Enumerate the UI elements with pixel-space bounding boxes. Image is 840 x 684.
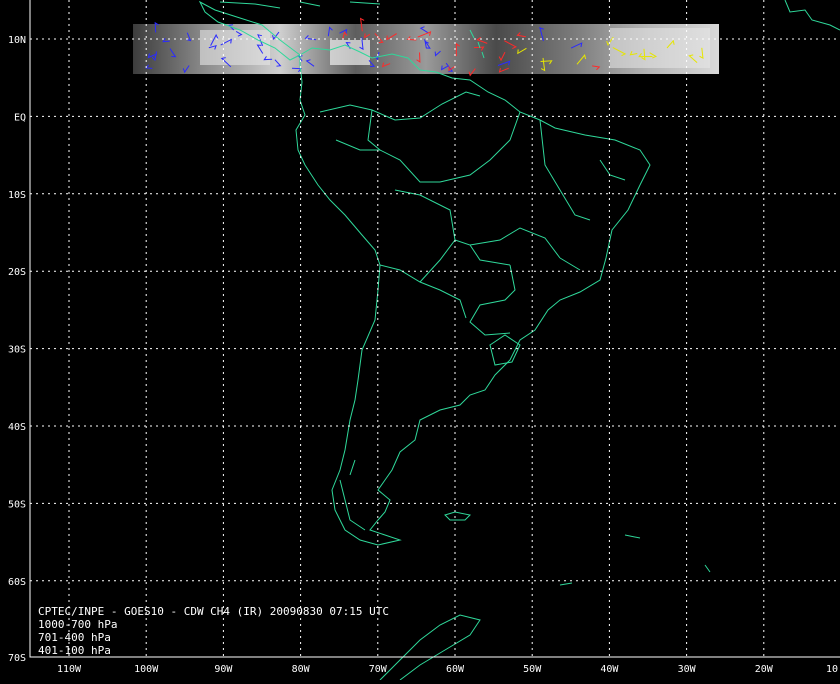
lat-tick-label: 40S (8, 422, 26, 433)
lon-tick-label: 10 (826, 664, 838, 675)
lon-tick-label: 30W (678, 664, 697, 675)
lon-tick-label: 100W (134, 664, 159, 675)
lat-tick-label: 50S (8, 499, 26, 510)
caption-title: CPTEC/INPE - GOES10 - CDW CH4 (IR) 20090… (38, 605, 389, 618)
legend-mid-level: 701-400 hPa (38, 631, 111, 644)
lat-tick-label: EQ (14, 112, 26, 123)
lat-tick-label: 10N (8, 35, 26, 46)
lon-tick-label: 60W (446, 664, 465, 675)
lon-tick-label: 80W (292, 664, 311, 675)
cloud-patch (610, 28, 710, 68)
lon-tick-label: 90W (214, 664, 233, 675)
map-background (0, 0, 840, 680)
lon-tick-label: 50W (523, 664, 542, 675)
lat-tick-label: 60S (8, 577, 26, 588)
lon-tick-label: 20W (755, 664, 774, 675)
lon-tick-label: 40W (600, 664, 619, 675)
lon-tick-label: 70W (369, 664, 388, 675)
lat-tick-label: 70S (8, 653, 26, 664)
legend-low-level: 1000-700 hPa (38, 618, 117, 631)
lon-tick-label: 110W (57, 664, 82, 675)
lat-tick-label: 30S (8, 345, 26, 356)
satellite-map: 10N EQ 10S 20S 30S 40S 50S 60S 70S 110W 100W 90W 80… (0, 0, 840, 681)
legend-high-level: 401-100 hPa (38, 644, 111, 657)
cloud-patch (330, 40, 370, 65)
lat-tick-label: 10S (8, 190, 26, 201)
map-canvas: 10N EQ 10S 20S 30S 40S 50S 60S 70S 110W 100W 90W 80… (0, 0, 840, 681)
lat-tick-label: 20S (8, 267, 26, 278)
